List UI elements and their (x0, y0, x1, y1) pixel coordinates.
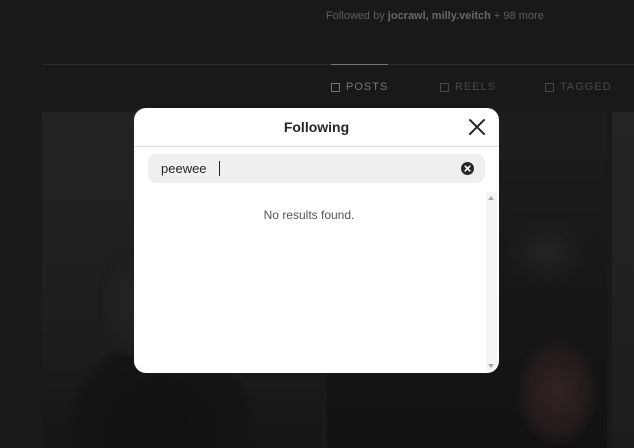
clear-search-button[interactable] (461, 162, 474, 175)
dialog-header: Following (134, 108, 499, 147)
close-button[interactable] (467, 117, 487, 137)
scroll-up-arrow-icon[interactable] (488, 196, 494, 200)
clear-circle-icon (464, 165, 471, 172)
search-input[interactable] (161, 154, 451, 183)
results-list: No results found. (134, 192, 484, 372)
close-icon (469, 119, 485, 135)
dialog-title: Following (283, 119, 350, 135)
scroll-down-arrow-icon[interactable] (488, 364, 494, 368)
results-scrollbar[interactable] (486, 192, 497, 372)
search-box (148, 154, 485, 183)
following-dialog: Following No results found. (134, 108, 499, 373)
profile-page: Followed by jocrawl, milly.veitch + 98 m… (0, 0, 634, 448)
no-results-message: No results found. (263, 208, 355, 222)
text-caret (219, 161, 220, 176)
